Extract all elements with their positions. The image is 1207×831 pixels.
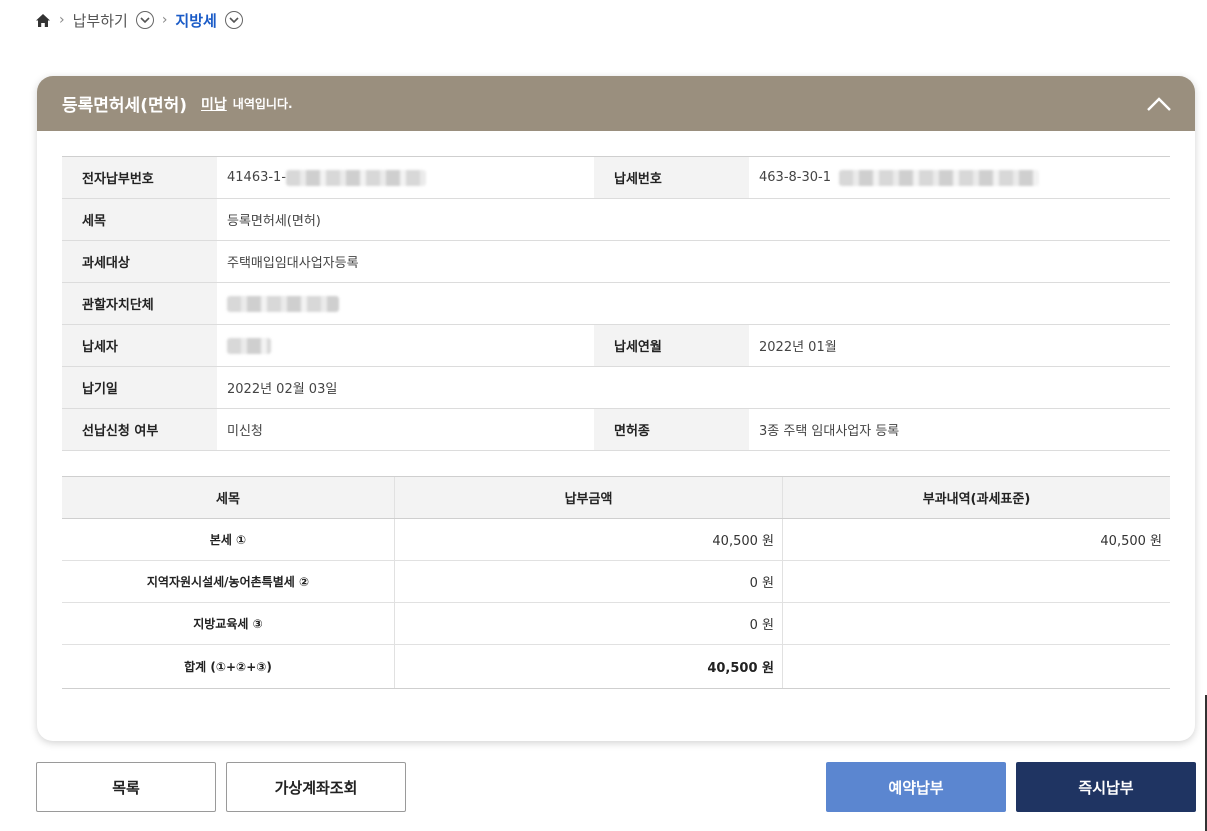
taxpayer-value [217,325,594,366]
row-item: 본세 ① [62,519,395,560]
breadcrumb-item-payment[interactable]: 납부하기 [73,10,128,31]
prepayment-label: 선납신청 여부 [62,409,217,450]
tax-month-value: 2022년 01월 [759,340,837,355]
chevron-down-icon[interactable] [224,11,243,29]
masked-value [227,295,339,312]
tax-detail-card: 등록면허세(면허) 미납 내역입니다. 전자납부번호 41463-1- 납세번호… [37,76,1195,741]
home-icon[interactable] [35,13,51,28]
row-amount: 0 원 [395,603,783,644]
jurisdiction-label: 관할자치단체 [62,283,217,324]
instant-payment-button[interactable]: 즉시납부 [1016,762,1196,812]
card-title: 등록면허세(면허) [62,96,188,116]
due-date-value: 2022년 02월 03일 [227,382,338,397]
list-button[interactable]: 목록 [36,762,216,812]
column-header-amount: 납부금액 [395,477,783,518]
tax-payment-no-text: 463-8-30-1 [759,170,831,185]
column-header-item: 세목 [62,477,395,518]
masked-value [227,337,271,354]
payment-status: 미납 [201,96,227,113]
table-row: 지역자원시설세/농어촌특별세 ② 0 원 [62,561,1170,603]
info-row: 과세대상 주택매입임대사업자등록 [62,241,1170,283]
info-row: 선납신청 여부 미신청 면허종 3종 주택 임대사업자 등록 [62,409,1170,451]
prepayment-value: 미신청 [227,424,263,439]
tax-payment-no-value: 463-8-30-1 [749,157,1170,198]
table-header: 세목 납부금액 부과내역(과세표준) [62,477,1170,519]
chevron-down-icon[interactable] [135,11,154,29]
electronic-payment-no-label: 전자납부번호 [62,157,217,198]
row-assessed: 40,500 원 [1100,534,1162,549]
tax-payment-no-label: 납세번호 [594,157,749,198]
tax-month-label: 납세연월 [594,325,749,366]
row-amount: 40,500 원 [395,519,783,560]
tax-amount-table: 세목 납부금액 부과내역(과세표준) 본세 ① 40,500 원 40,500 … [62,476,1170,689]
row-amount: 40,500 원 [395,645,783,688]
taxation-object-label: 과세대상 [62,241,217,282]
masked-value [838,169,1039,186]
masked-value [286,169,427,186]
reserve-payment-button[interactable]: 예약납부 [826,762,1006,812]
info-row: 관할자치단체 [62,283,1170,325]
info-table: 전자납부번호 41463-1- 납세번호 463-8-30-1 세목 등록면허세… [62,156,1170,451]
card-suffix: 내역입니다. [232,97,293,111]
info-row: 전자납부번호 41463-1- 납세번호 463-8-30-1 [62,157,1170,199]
chevron-right-icon: › [59,12,65,28]
license-type-value: 3종 주택 임대사업자 등록 [759,424,900,439]
taxpayer-label: 납세자 [62,325,217,366]
row-item: 합계 (①+②+③) [62,645,395,688]
info-row: 세목 등록면허세(면허) [62,199,1170,241]
column-header-assessed: 부과내역(과세표준) [922,492,1031,507]
table-row: 지방교육세 ③ 0 원 [62,603,1170,645]
breadcrumb: › 납부하기 › 지방세 [35,8,243,32]
jurisdiction-value [217,283,1170,324]
due-date-label: 납기일 [62,367,217,408]
tax-item-label: 세목 [62,199,217,240]
info-row: 납세자 납세연월 2022년 01월 [62,325,1170,367]
row-assessed [783,645,1170,688]
row-item: 지역자원시설세/농어촌특별세 ② [62,561,395,602]
row-item: 지방교육세 ③ [62,603,395,644]
chevron-up-icon[interactable] [1145,90,1173,118]
tax-item-value: 등록면허세(면허) [227,214,321,229]
row-amount: 0 원 [395,561,783,602]
row-assessed [783,603,1170,644]
chevron-right-icon: › [161,12,168,28]
breadcrumb-item-local-tax[interactable]: 지방세 [175,10,216,31]
electronic-payment-no-value: 41463-1- [217,157,594,198]
table-row-total: 합계 (①+②+③) 40,500 원 [62,645,1170,689]
license-type-label: 면허종 [594,409,749,450]
table-row: 본세 ① 40,500 원 40,500 원 [62,519,1170,561]
electronic-payment-no-text: 41463-1- [227,170,287,185]
row-assessed [783,561,1170,602]
card-header[interactable]: 등록면허세(면허) 미납 내역입니다. [37,76,1195,131]
virtual-account-button[interactable]: 가상계좌조회 [226,762,406,812]
info-row: 납기일 2022년 02월 03일 [62,367,1170,409]
taxation-object-value: 주택매입임대사업자등록 [227,256,359,271]
